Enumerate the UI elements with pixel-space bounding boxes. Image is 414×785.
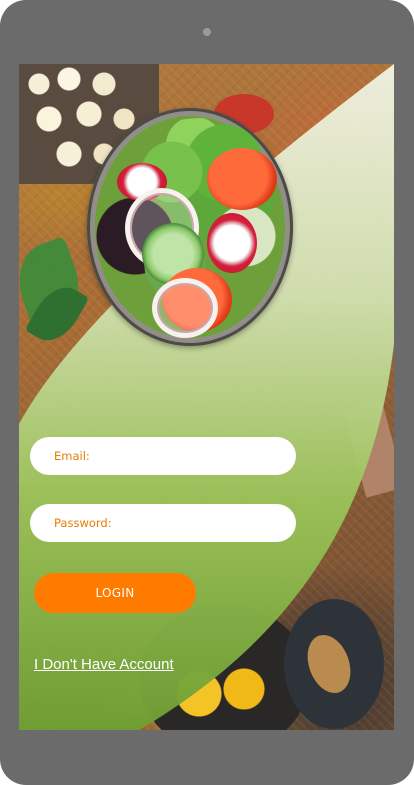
login-button[interactable]: LOGIN (34, 573, 196, 613)
no-account-link[interactable]: I Don't Have Account (34, 656, 174, 673)
onion-ring (152, 278, 218, 338)
camera-icon (203, 28, 211, 36)
tablet-frame: LOGIN I Don't Have Account (0, 0, 414, 785)
app-screen: LOGIN I Don't Have Account (19, 64, 394, 730)
email-input[interactable] (30, 437, 296, 475)
radish-slice (207, 213, 257, 273)
tomato-slice (207, 148, 277, 210)
password-input[interactable] (30, 504, 296, 542)
salad-bowl-image (87, 108, 293, 346)
